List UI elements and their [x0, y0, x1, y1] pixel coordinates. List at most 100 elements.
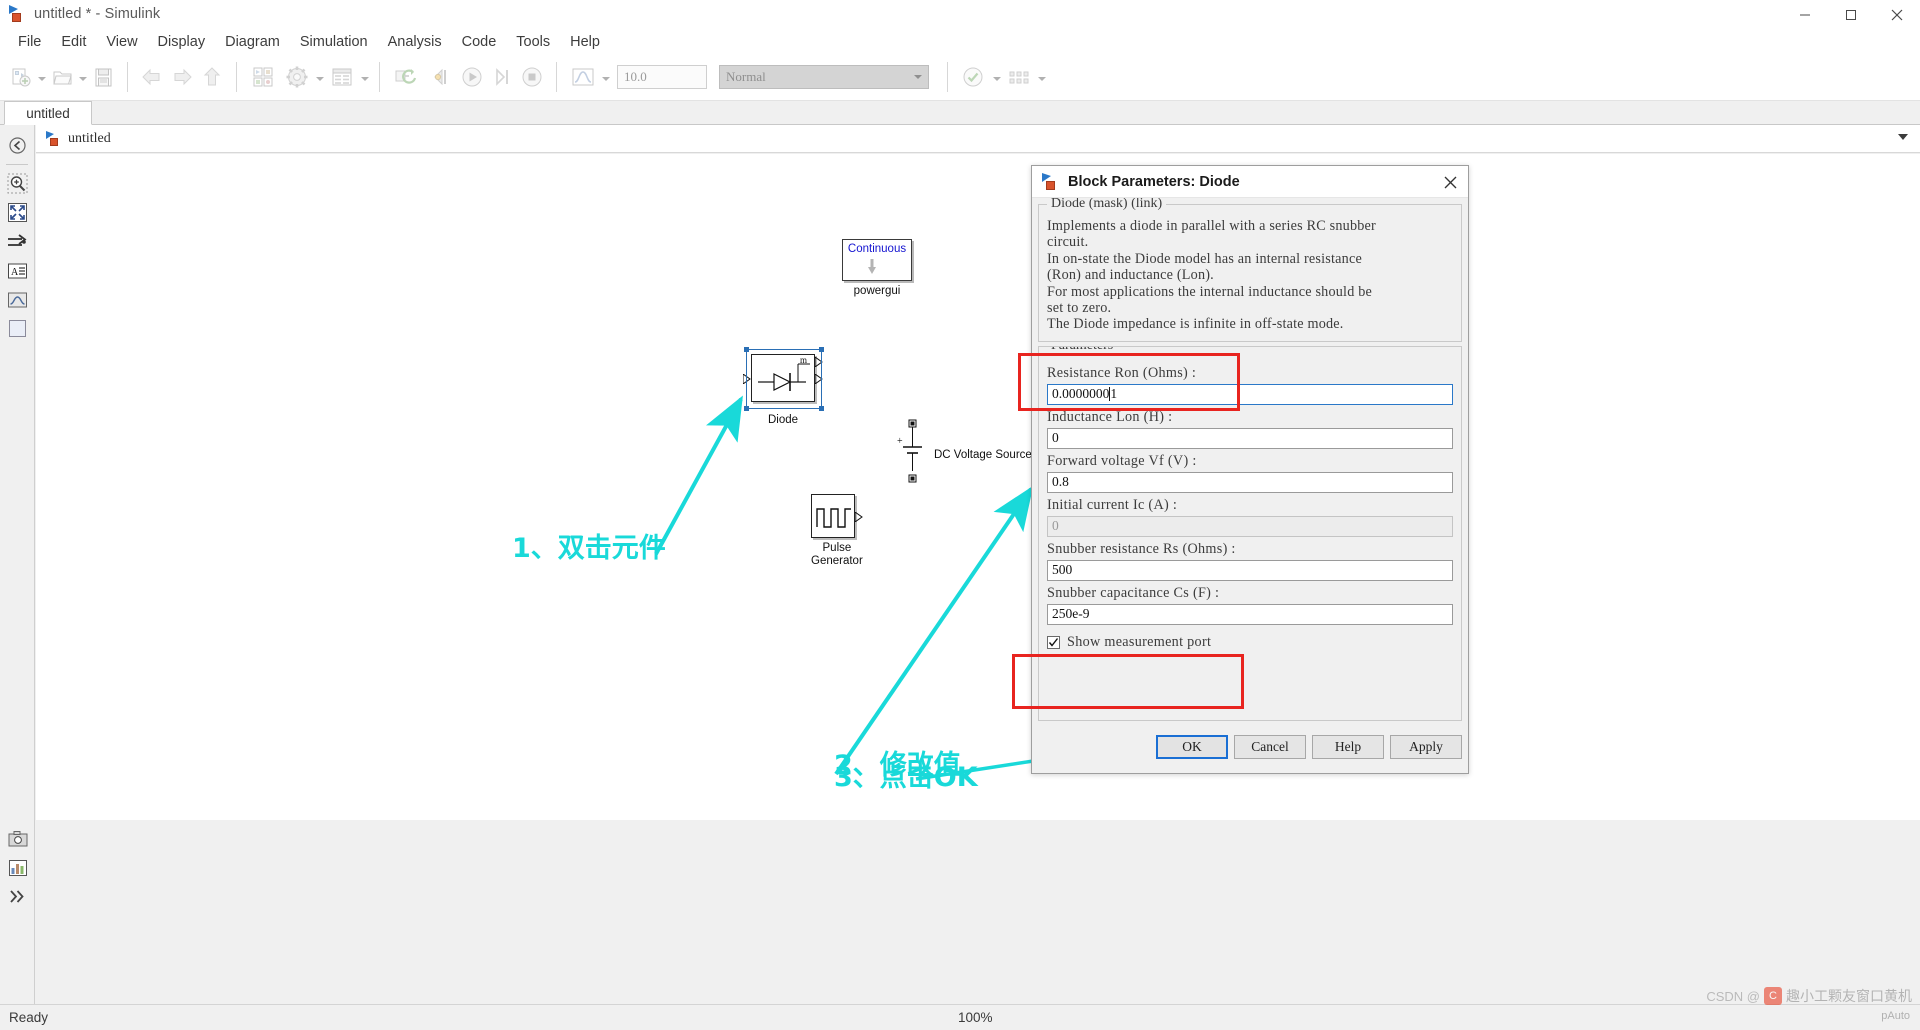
- checkbox-show-measurement-port[interactable]: Show measurement port: [1047, 634, 1453, 651]
- back-icon[interactable]: [137, 60, 167, 94]
- dialog-footer: OK Cancel Help Apply: [1032, 721, 1468, 773]
- check-icon: [1048, 637, 1059, 647]
- down-arrow-icon: [868, 259, 876, 274]
- model-canvas[interactable]: Continuous powergui m Diode + DC Voltage…: [36, 154, 1920, 820]
- menu-help[interactable]: Help: [560, 31, 610, 53]
- block-pulse-generator[interactable]: Pulse Generator: [811, 494, 863, 568]
- dc-source-symbol-icon: +: [897, 419, 922, 483]
- camera-icon[interactable]: [0, 824, 35, 853]
- save-icon[interactable]: [88, 60, 118, 94]
- model-settings-dropdown-icon[interactable]: [314, 60, 325, 94]
- check-model-icon[interactable]: [957, 60, 991, 94]
- dialog-body: Diode (mask) (link) Implements a diode i…: [1032, 198, 1468, 721]
- area-icon[interactable]: [0, 314, 35, 343]
- block-diode[interactable]: m Diode: [743, 347, 824, 426]
- menu-diagram[interactable]: Diagram: [215, 31, 290, 53]
- window-title: untitled * - Simulink: [34, 6, 161, 22]
- input-resistance-ron[interactable]: 0.0000000 1: [1047, 383, 1453, 405]
- watermark: CSDN @ C 趣小工颗友窗口黄机: [1706, 986, 1912, 1006]
- menu-analysis[interactable]: Analysis: [378, 31, 452, 53]
- signal-route-icon[interactable]: [0, 227, 35, 256]
- model-explorer-icon[interactable]: [325, 60, 359, 94]
- help-button[interactable]: Help: [1312, 735, 1384, 759]
- menu-simulation[interactable]: Simulation: [290, 31, 378, 53]
- pulse-output-port[interactable]: [855, 512, 865, 522]
- label-resistance-ron: Resistance Ron (Ohms) :: [1047, 364, 1197, 381]
- ok-button[interactable]: OK: [1156, 735, 1228, 759]
- tab-untitled[interactable]: untitled: [4, 101, 92, 125]
- scope-dropdown-icon[interactable]: [600, 60, 611, 94]
- data-inspector-icon[interactable]: [0, 853, 35, 882]
- menu-bar: File Edit View Display Diagram Simulatio…: [0, 29, 1920, 54]
- expand-icon[interactable]: [0, 882, 35, 911]
- annotation-icon[interactable]: A: [0, 256, 35, 285]
- sim-mode-value: Normal: [726, 69, 766, 84]
- check-model-dropdown-icon[interactable]: [991, 60, 1002, 94]
- simulink-icon: [1042, 173, 1059, 190]
- step-forward-icon[interactable]: [487, 60, 517, 94]
- parallel-dropdown-icon[interactable]: [1036, 60, 1047, 94]
- sim-mode-select[interactable]: Normal: [719, 65, 929, 89]
- watermark-text: CSDN @: [1706, 988, 1760, 1004]
- simulink-icon: [8, 5, 26, 23]
- new-model-icon[interactable]: [6, 60, 36, 94]
- bottom-tool-rail: [0, 820, 35, 1004]
- rail-divider: [6, 164, 28, 165]
- library-browser-icon[interactable]: [246, 60, 280, 94]
- menu-display[interactable]: Display: [148, 31, 216, 53]
- maximize-icon[interactable]: [1828, 0, 1874, 29]
- chevron-down-icon: [914, 75, 922, 79]
- stop-icon[interactable]: [517, 60, 547, 94]
- svg-text:+: +: [897, 436, 903, 447]
- close-icon[interactable]: [1436, 169, 1464, 195]
- pulse-generator-body: [811, 494, 863, 538]
- minimize-icon[interactable]: [1782, 0, 1828, 29]
- apply-button[interactable]: Apply: [1390, 735, 1462, 759]
- menu-file[interactable]: File: [8, 31, 51, 53]
- breadcrumb-label[interactable]: untitled: [68, 131, 111, 147]
- cancel-button[interactable]: Cancel: [1234, 735, 1306, 759]
- menu-view[interactable]: View: [96, 31, 147, 53]
- back-to-parent-icon[interactable]: [0, 131, 35, 160]
- scope-icon[interactable]: [566, 60, 600, 94]
- diode-body: m: [743, 347, 824, 411]
- update-model-icon[interactable]: [389, 60, 423, 94]
- input-snubber-resistance-rs[interactable]: 500: [1047, 559, 1453, 581]
- zoom-icon[interactable]: [0, 169, 35, 198]
- new-model-dropdown-icon[interactable]: [36, 60, 47, 94]
- menu-code[interactable]: Code: [452, 31, 507, 53]
- block-dc-voltage-source[interactable]: + DC Voltage Source: [896, 419, 1032, 491]
- dc-source-caption: DC Voltage Source: [934, 449, 1032, 461]
- model-settings-icon[interactable]: [280, 60, 314, 94]
- input-snubber-capacitance-cs[interactable]: 250e-9: [1047, 603, 1453, 625]
- parallel-icon[interactable]: [1002, 60, 1036, 94]
- toolbar: 10.0 Normal: [0, 54, 1920, 101]
- window-controls: [1782, 0, 1920, 29]
- menu-tools[interactable]: Tools: [506, 31, 560, 53]
- canvas-tool-rail: A: [0, 125, 35, 820]
- fit-to-view-icon[interactable]: [0, 198, 35, 227]
- input-inductance-lon[interactable]: 0: [1047, 427, 1453, 449]
- step-back-icon[interactable]: [423, 60, 457, 94]
- run-icon[interactable]: [457, 60, 487, 94]
- checkbox-box: [1047, 635, 1060, 649]
- sim-time-input[interactable]: 10.0: [617, 65, 707, 89]
- block-parameters-dialog[interactable]: Block Parameters: Diode Diode (mask) (li…: [1031, 165, 1469, 774]
- chevron-down-icon[interactable]: [1898, 134, 1908, 140]
- description-legend: Diode (mask) (link): [1047, 198, 1167, 212]
- open-model-icon[interactable]: [47, 60, 77, 94]
- block-powergui[interactable]: Continuous powergui: [842, 239, 912, 297]
- tab-strip: untitled: [0, 101, 1920, 125]
- input-resistance-ron-trailing: 1: [1110, 386, 1118, 402]
- annotation-step-3: 3、点击OK: [834, 762, 978, 793]
- image-icon[interactable]: [0, 285, 35, 314]
- menu-edit[interactable]: Edit: [51, 31, 96, 53]
- close-icon[interactable]: [1874, 0, 1920, 29]
- simulink-model-icon: [46, 131, 61, 146]
- forward-icon[interactable]: [167, 60, 197, 94]
- model-explorer-dropdown-icon[interactable]: [359, 60, 370, 94]
- checkbox-label: Show measurement port: [1067, 633, 1212, 650]
- up-icon[interactable]: [197, 60, 227, 94]
- input-forward-voltage-vf[interactable]: 0.8: [1047, 471, 1453, 493]
- open-model-dropdown-icon[interactable]: [77, 60, 88, 94]
